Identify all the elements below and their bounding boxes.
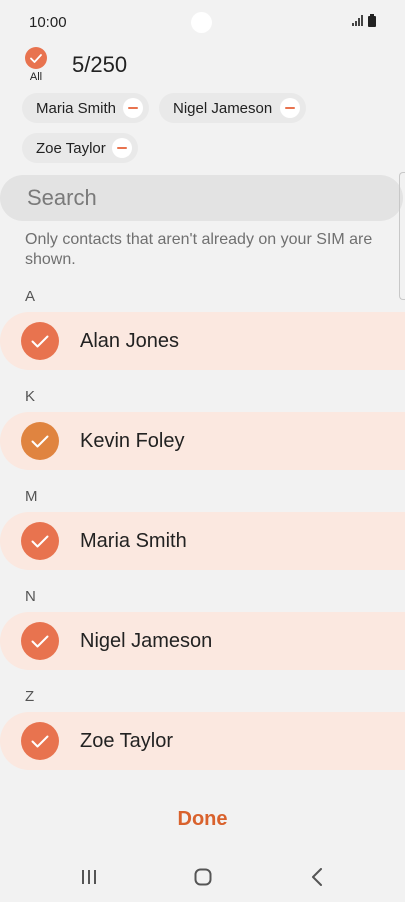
contact-name: Kevin Foley xyxy=(80,430,185,452)
remove-icon[interactable] xyxy=(280,98,300,118)
contact-name: Maria Smith xyxy=(80,530,187,552)
section-header: M xyxy=(25,488,38,505)
section-header: A xyxy=(25,288,36,305)
done-button[interactable]: Done xyxy=(150,808,255,838)
remove-icon[interactable] xyxy=(112,138,132,158)
battery-icon xyxy=(368,14,376,27)
navigation-bar xyxy=(0,855,405,902)
selected-chip[interactable]: Nigel Jameson xyxy=(159,93,306,123)
check-icon xyxy=(25,47,47,69)
remove-icon[interactable] xyxy=(123,98,143,118)
check-icon[interactable] xyxy=(21,722,59,760)
section-header: K xyxy=(25,388,36,405)
contact-name: Alan Jones xyxy=(80,330,179,352)
back-icon[interactable] xyxy=(306,865,328,889)
select-all-label: All xyxy=(29,71,43,83)
check-icon[interactable] xyxy=(21,522,59,560)
contact-name: Zoe Taylor xyxy=(80,730,174,752)
contact-row[interactable]: Kevin Foley xyxy=(0,412,405,470)
check-icon[interactable] xyxy=(21,322,59,360)
camera-cutout xyxy=(191,12,212,33)
sim-notice: Only contacts that aren't already on you… xyxy=(25,231,373,268)
chip-label: Maria Smith xyxy=(36,99,117,117)
selected-chip[interactable]: Zoe Taylor xyxy=(22,133,138,163)
home-icon[interactable] xyxy=(192,865,214,889)
status-bar: 10:00 xyxy=(0,0,405,44)
contact-name: Nigel Jameson xyxy=(80,630,213,652)
section-header: Z xyxy=(25,688,35,705)
contact-row[interactable]: Zoe Taylor xyxy=(0,712,405,770)
selected-count: 5/250 xyxy=(72,52,128,77)
chip-label: Zoe Taylor xyxy=(36,139,106,157)
contact-row[interactable]: Maria Smith xyxy=(0,512,405,570)
contact-row[interactable]: Nigel Jameson xyxy=(0,612,405,670)
chip-label: Nigel Jameson xyxy=(173,99,273,117)
check-icon[interactable] xyxy=(21,422,59,460)
fast-scroll-handle[interactable] xyxy=(399,172,405,300)
search-bar[interactable] xyxy=(0,175,403,221)
signal-icon xyxy=(352,15,363,26)
select-all-checkbox[interactable]: All xyxy=(24,47,48,83)
check-icon[interactable] xyxy=(21,622,59,660)
status-time: 10:00 xyxy=(29,14,67,31)
search-input[interactable] xyxy=(25,184,369,212)
selected-chip[interactable]: Maria Smith xyxy=(22,93,149,123)
recent-apps-icon[interactable] xyxy=(78,865,100,889)
section-header: N xyxy=(25,588,36,605)
contact-row[interactable]: Alan Jones xyxy=(0,312,405,370)
